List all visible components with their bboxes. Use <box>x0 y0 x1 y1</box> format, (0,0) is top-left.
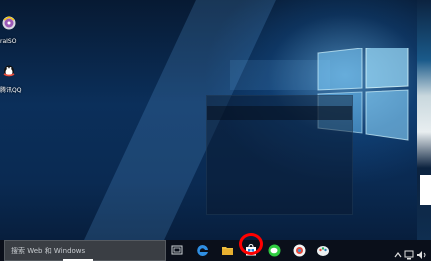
search-placeholder: 搜索 Web 和 Windows <box>11 247 86 255</box>
wechat-icon[interactable] <box>267 243 281 257</box>
desktop-icon-label: raISO <box>0 38 17 45</box>
adjacent-window-panel <box>420 175 431 205</box>
search-box[interactable]: 搜索 Web 和 Windows <box>4 240 166 261</box>
qq-browser-icon[interactable] <box>292 243 306 257</box>
desktop-icon-qq[interactable]: 腾讯QQ <box>0 62 30 94</box>
paint-icon[interactable] <box>316 243 330 257</box>
file-explorer-icon[interactable] <box>220 243 234 257</box>
desktop-icon-ultraiso[interactable]: raISO <box>0 15 30 45</box>
volume-icon[interactable] <box>416 245 427 259</box>
edge-icon[interactable] <box>195 243 209 257</box>
network-icon[interactable] <box>404 245 414 260</box>
ultraiso-icon <box>2 16 16 30</box>
tray-overflow-icon[interactable] <box>394 245 402 258</box>
transparent-window[interactable] <box>206 95 353 215</box>
taskbar: 搜索 Web 和 Windows <box>0 240 431 261</box>
desktop: raISO 腾讯QQ 搜索 Web 和 Windows <box>0 0 431 261</box>
desktop-icon-label: 腾讯QQ <box>0 87 22 94</box>
adjacent-window-edge <box>417 0 431 240</box>
store-highlight-circle <box>239 233 263 255</box>
window-title-bar[interactable] <box>207 106 352 120</box>
qq-penguin-icon <box>3 65 15 77</box>
task-view-icon[interactable] <box>170 243 184 257</box>
